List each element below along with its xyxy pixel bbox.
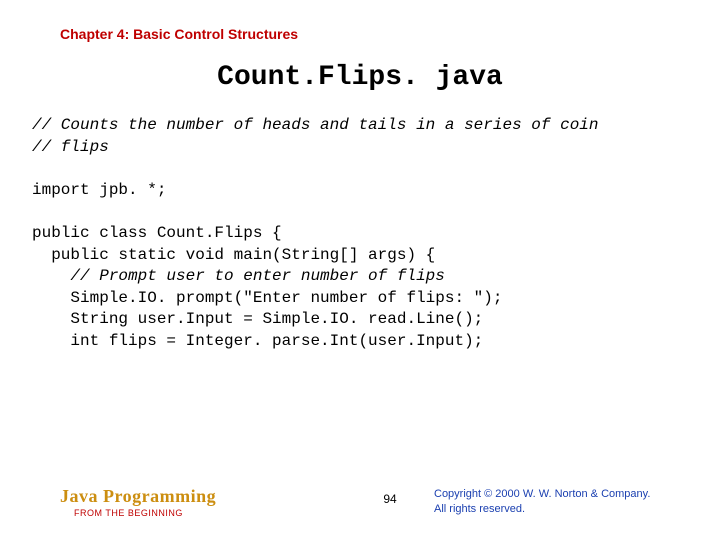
code-comment: // Counts the number of heads and tails … [32, 116, 599, 134]
copyright-line1: Copyright © 2000 W. W. Norton & Company. [434, 487, 684, 501]
code-line: public static void main(String[] args) { [32, 246, 435, 264]
chapter-heading: Chapter 4: Basic Control Structures [60, 26, 298, 42]
code-line: String user.Input = Simple.IO. read.Line… [32, 310, 483, 328]
code-line: public class Count.Flips { [32, 224, 282, 242]
code-line: int flips = Integer. parse.Int(user.Inpu… [32, 332, 483, 350]
code-line: Simple.IO. prompt("Enter number of flips… [32, 289, 502, 307]
copyright-line2: All rights reserved. [434, 502, 684, 516]
code-line: import jpb. *; [32, 181, 166, 199]
code-indent [32, 267, 70, 285]
page-number: 94 [383, 492, 396, 506]
code-comment: // Prompt user to enter number of flips [70, 267, 444, 285]
page-title: Count.Flips. java [0, 62, 720, 93]
copyright: Copyright © 2000 W. W. Norton & Company.… [434, 487, 684, 516]
code-block: // Counts the number of heads and tails … [32, 115, 700, 353]
slide-page: Chapter 4: Basic Control Structures Coun… [0, 0, 720, 540]
code-comment: // flips [32, 138, 109, 156]
